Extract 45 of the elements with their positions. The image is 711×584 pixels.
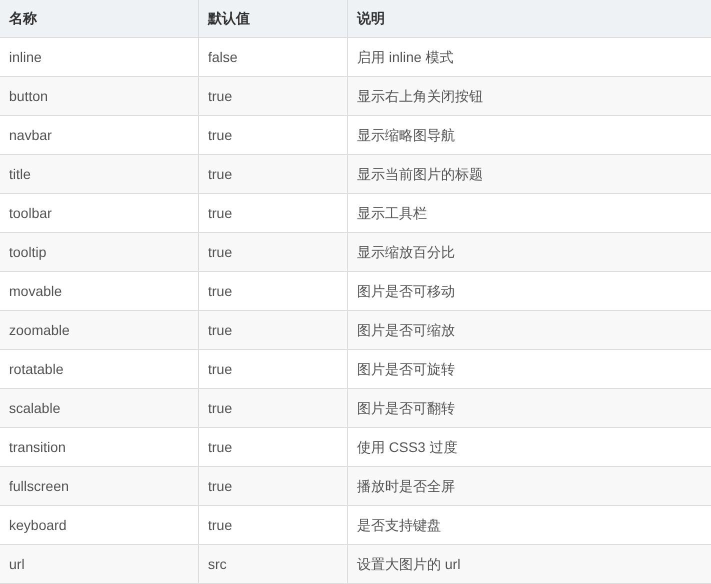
table-cell-text: fullscreen <box>9 476 69 496</box>
table-cell-text: 设置大图片的 url <box>357 554 460 574</box>
table-cell-text: true <box>208 398 232 418</box>
table-cell-text: title <box>9 164 31 184</box>
table-cell-text: 图片是否可移动 <box>357 282 455 300</box>
table-cell-text: 显示右上角关闭按钮 <box>357 86 483 106</box>
table-cell-text: zoomable <box>9 320 70 340</box>
table-cell-text: 播放时是否全屏 <box>357 476 455 496</box>
table-cell-text: true <box>208 516 232 534</box>
table-cell-text: 图片是否可翻转 <box>357 398 455 418</box>
table-cell-text: scalable <box>9 398 60 418</box>
table-cell-text: inline <box>9 48 42 66</box>
table-cell-text: src <box>208 554 227 574</box>
table-cell-text: movable <box>9 282 62 300</box>
column-header: 名称 <box>9 9 37 28</box>
column-header: 默认值 <box>208 9 250 28</box>
table-cell-text: rotatable <box>9 360 64 378</box>
table-cell-text: navbar <box>9 126 52 144</box>
table-cell-text: url <box>9 554 25 574</box>
table-cell-text: true <box>208 204 232 222</box>
table-cell-text: toolbar <box>9 204 52 222</box>
table-cell-text: false <box>208 48 238 66</box>
table-cell-text: keyboard <box>9 516 67 535</box>
table-cell-text: true <box>208 86 232 106</box>
table-cell-text: true <box>208 164 232 184</box>
table-cell-text: true <box>208 126 232 144</box>
table-cell-text: true <box>208 320 232 340</box>
table-cell-text: 使用 CSS3 过度 <box>357 438 458 456</box>
table-cell-text: true <box>208 476 232 496</box>
column-header: 说明 <box>357 9 385 28</box>
table-cell-text: 图片是否可缩放 <box>357 320 455 340</box>
table-cell-text: 显示缩放百分比 <box>357 242 455 262</box>
table-cell-text: 显示缩略图导航 <box>357 126 455 144</box>
table-cell-text: 启用 inline 模式 <box>357 48 454 66</box>
table-cell-text: tooltip <box>9 242 46 262</box>
table-cell-text: true <box>208 438 232 456</box>
table-cell-text: 图片是否可旋转 <box>357 360 455 378</box>
table-cell-text: true <box>208 282 232 300</box>
table-cell-text: true <box>208 360 232 378</box>
table-cell-text: transition <box>9 438 66 456</box>
table-cell-text: 是否支持键盘 <box>357 516 441 534</box>
table-cell-text: true <box>208 242 232 262</box>
table-cell-text: 显示当前图片的标题 <box>357 164 483 184</box>
table-cell-text: button <box>9 86 48 106</box>
table-cell-text: 显示工具栏 <box>357 204 427 222</box>
